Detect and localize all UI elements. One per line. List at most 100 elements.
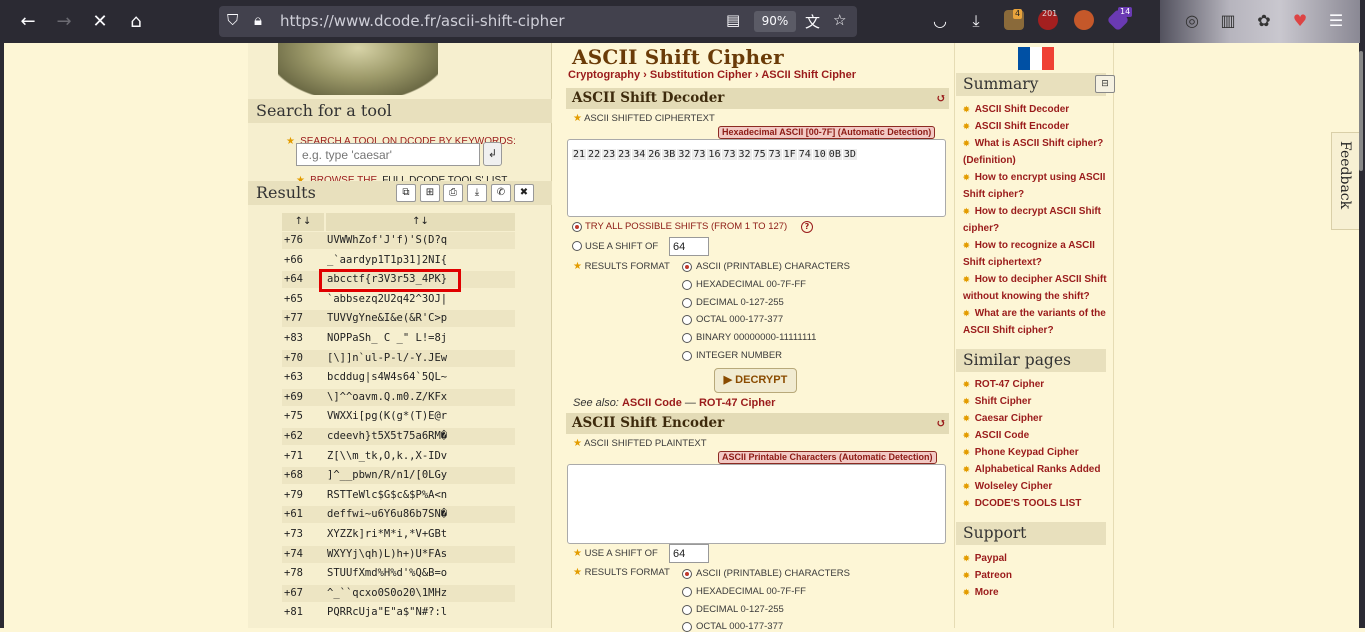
back-icon[interactable]: ← — [13, 6, 43, 36]
format-option-label[interactable]: BINARY 00000000-11111111 — [696, 332, 816, 343]
sidebar-link[interactable]: ✸ What is ASCII Shift cipher? (Definition… — [963, 135, 1108, 169]
home-icon[interactable]: ⌂ — [121, 6, 151, 36]
try-all-label[interactable]: TRY ALL POSSIBLE SHIFTS (FROM 1 TO 127) — [585, 221, 787, 232]
format-option-label[interactable]: OCTAL 000-177-377 — [696, 621, 783, 632]
table-row[interactable]: +63 bcddug|s4W4s64`5QL~ — [282, 369, 515, 386]
breadcrumb-item[interactable]: ASCII Shift Cipher — [761, 69, 856, 81]
table-row[interactable]: +81 PQRRcUja"E"a$"N#?:l — [282, 604, 515, 621]
sidebar-link-text[interactable]: ASCII Shift Decoder — [975, 104, 1069, 115]
format-radio[interactable] — [682, 297, 692, 308]
format-option-label[interactable]: HEXADECIMAL 00-7F-FF — [696, 586, 806, 597]
lock-icon[interactable]: 🔒︎ — [254, 11, 262, 29]
translate-icon[interactable]: 文 — [805, 11, 820, 32]
table-row[interactable]: +73 XYZZk]ri*M*i,*V+GBt — [282, 526, 515, 543]
format-option-label[interactable]: DECIMAL 0-127-255 — [696, 297, 784, 308]
table-row[interactable]: +61 deffwi~u6Y6u86b7SN� — [282, 506, 515, 524]
sidebar-link[interactable]: ✸ ASCII Code — [963, 427, 1108, 444]
collapse-icon[interactable]: ⊟ — [1095, 75, 1115, 93]
sidebar-link-text[interactable]: Patreon — [975, 570, 1012, 581]
search-submit-button[interactable]: ↲ — [483, 142, 502, 166]
sidebar-link[interactable]: ✸ Patreon — [963, 567, 1108, 584]
sidebar-link[interactable]: ✸ DCODE'S TOOLS LIST — [963, 495, 1108, 512]
pin-icon[interactable]: ✆ — [491, 184, 511, 202]
sidebar-link[interactable]: ✸ How to decipher ASCII Shift without kno… — [963, 271, 1108, 305]
download-results-icon[interactable]: ⤓ — [467, 184, 487, 202]
sidebar-link[interactable]: ✸ Alphabetical Ranks Added — [963, 461, 1108, 478]
stop-icon[interactable]: ✕ — [85, 6, 115, 36]
format-option-label[interactable]: HEXADECIMAL 00-7F-FF — [696, 279, 806, 290]
sidebar-link-text[interactable]: Wolseley Cipher — [975, 481, 1053, 492]
sidebar-link-text[interactable]: How to recognize a ASCII Shift ciphertex… — [963, 240, 1095, 268]
heart-extension-icon[interactable]: ♥ — [1288, 9, 1312, 33]
table-row[interactable]: +66 _`aardyp1T1p31]2NI{ — [282, 252, 515, 269]
sidebar-link-text[interactable]: DCODE'S TOOLS LIST — [975, 498, 1082, 509]
table-row[interactable]: +67 ^_``qcxo0S0o20\1MHz — [282, 584, 515, 602]
feedback-tab[interactable]: Feedback — [1331, 132, 1359, 230]
sidebar-link[interactable]: ✸ More — [963, 584, 1108, 601]
breadcrumb-item[interactable]: Substitution Cipher — [650, 69, 752, 81]
format-option-label[interactable]: INTEGER NUMBER — [696, 350, 782, 361]
bookmark-star-icon[interactable]: ☆ — [833, 11, 846, 29]
cookie-icon[interactable]: ✿ — [1252, 9, 1276, 33]
sidebar-link-text[interactable]: Shift Cipher — [975, 396, 1032, 407]
use-shift-label[interactable]: USE A SHIFT OF — [585, 241, 658, 252]
encoder-shift-input[interactable] — [669, 544, 709, 563]
sidebar-link[interactable]: ✸ ROT-47 Cipher — [963, 376, 1108, 393]
sort-shift-header[interactable]: ↑↓ — [282, 213, 324, 231]
sidebar-link[interactable]: ✸ Wolseley Cipher — [963, 478, 1108, 495]
format-option-label[interactable]: ASCII (PRINTABLE) CHARACTERS — [696, 568, 850, 579]
table-row[interactable]: +74 WXYYj\qh)L)h+)U*FAs — [282, 545, 515, 563]
address-bar[interactable]: ⛉ 🔒︎ https://www.dcode.fr/ascii-shift-ci… — [219, 6, 857, 37]
container-icon[interactable]: ◎ — [1180, 9, 1204, 33]
format-radio[interactable] — [682, 586, 692, 597]
sort-text-header[interactable]: ↑↓ — [326, 213, 515, 231]
reset-icon[interactable]: ↺ — [936, 413, 946, 434]
format-radio[interactable] — [682, 351, 692, 361]
download-icon[interactable]: ⤓ — [964, 9, 988, 33]
table-row[interactable]: +65 `abbsezq2U2q42^3OJ| — [282, 291, 515, 308]
menu-icon[interactable]: ☰ — [1324, 9, 1348, 33]
scrollbar-thumb[interactable] — [1359, 51, 1363, 171]
format-option-label[interactable]: DECIMAL 0-127-255 — [696, 604, 784, 615]
print-icon[interactable]: ⎙ — [443, 184, 463, 202]
sidebar-link-text[interactable]: Alphabetical Ranks Added — [975, 464, 1101, 475]
table-row[interactable]: +77 TUVVgYne&I&e(&R'C>p — [282, 310, 515, 328]
reader-view-icon[interactable]: ▤ — [726, 11, 740, 29]
format-radio[interactable] — [682, 604, 692, 615]
url-text[interactable]: https://www.dcode.fr/ascii-shift-cipher — [280, 12, 565, 30]
help-icon[interactable]: ? — [801, 221, 813, 233]
use-shift-radio[interactable] — [572, 241, 582, 251]
table-row[interactable]: +69 \]^^oavm.Q.m0.Z/KFx — [282, 388, 515, 406]
sidebar-link-text[interactable]: More — [975, 587, 999, 598]
sidebar-link-text[interactable]: What are the variants of the ASCII Shift… — [963, 308, 1106, 336]
sidebar-link-text[interactable]: ROT-47 Cipher — [975, 379, 1044, 390]
copy-icon[interactable]: ⧉ — [396, 184, 416, 202]
plaintext-textarea[interactable] — [567, 464, 946, 544]
sidebar-link[interactable]: ✸ Paypal — [963, 550, 1108, 567]
pocket-icon[interactable]: ◡ — [928, 9, 952, 33]
table-row[interactable]: +79 RSTTeWlc$G$c&$P%A<n — [282, 487, 515, 504]
sidebar-link[interactable]: ✸ Shift Cipher — [963, 393, 1108, 410]
sidebar-link[interactable]: ✸ What are the variants of the ASCII Shif… — [963, 305, 1108, 339]
format-radio[interactable] — [682, 569, 692, 579]
sidebar-link-text[interactable]: ASCII Code — [975, 430, 1029, 441]
table-row[interactable]: +75 VWXXi[pg(K(g*(T)E@r — [282, 408, 515, 425]
table-row[interactable]: +62 cdeevh}t5X5t75a6RM� — [282, 428, 515, 445]
table-row[interactable]: +71 Z[\\m_tk,O,k.,X-IDv — [282, 448, 515, 465]
sidebar-link[interactable]: ✸ How to decrypt ASCII Shift cipher? — [963, 203, 1108, 237]
copy-all-icon[interactable]: ⊞ — [420, 184, 440, 202]
format-radio[interactable] — [682, 262, 692, 272]
tool-search-input[interactable] — [296, 143, 480, 166]
sidebar-link-text[interactable]: What is ASCII Shift cipher? (Definition) — [963, 138, 1103, 166]
sidebar-link-text[interactable]: How to decipher ASCII Shift without know… — [963, 274, 1107, 302]
close-results-icon[interactable]: ✖ — [514, 184, 534, 202]
decrypt-button[interactable]: ▶ DECRYPT — [714, 368, 797, 393]
feedback-label[interactable]: Feedback — [1337, 141, 1353, 209]
see-also-ascii-code-link[interactable]: ASCII Code — [622, 397, 682, 409]
decoder-shift-input[interactable] — [669, 237, 709, 256]
reset-icon[interactable]: ↺ — [936, 88, 946, 109]
format-radio[interactable] — [682, 279, 692, 290]
sidebar-link[interactable]: ✸ How to recognize a ASCII Shift cipherte… — [963, 237, 1108, 271]
trash-icon[interactable]: ▥ — [1216, 9, 1240, 33]
sidebar-link[interactable]: ✸ ASCII Shift Decoder — [963, 101, 1108, 118]
